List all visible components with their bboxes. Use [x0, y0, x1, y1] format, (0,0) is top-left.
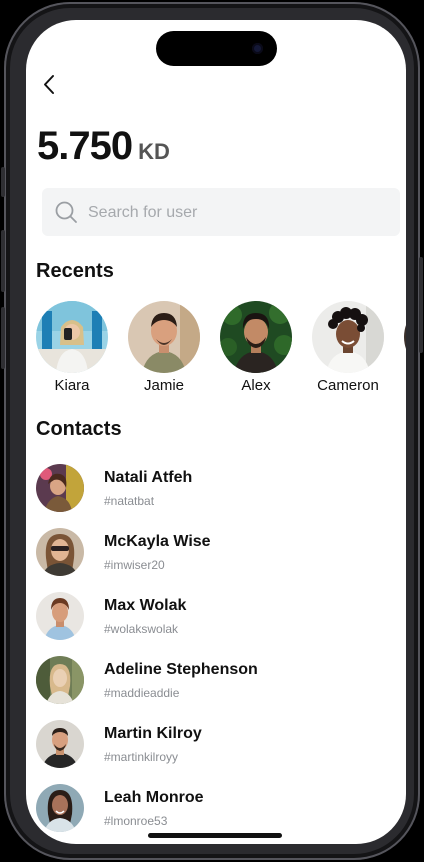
- recents-list: Kiara Jamie Alex Cameron: [36, 301, 406, 401]
- avatar: [312, 301, 384, 373]
- recent-contact-cameron[interactable]: Cameron: [312, 301, 384, 394]
- recent-contact-jamie[interactable]: Jamie: [128, 301, 200, 394]
- contact-name: Max Wolak: [104, 597, 187, 614]
- chevron-left-icon: [44, 75, 54, 94]
- avatar: [36, 720, 84, 768]
- avatar: [36, 301, 108, 373]
- contact-name: Natali Atfeh: [104, 469, 193, 486]
- avatar: [36, 464, 84, 512]
- front-camera: [252, 43, 263, 54]
- recent-name: Kiara: [54, 377, 90, 394]
- phone-frame: 5.750 KD Recents: [1, 2, 423, 860]
- balance-display: 5.750 KD: [37, 124, 170, 169]
- contact-handle: #lmonroe53: [104, 814, 168, 828]
- contact-name: Leah Monroe: [104, 789, 204, 806]
- recent-contact-kiara[interactable]: Kiara: [36, 301, 108, 394]
- recent-contact-alex[interactable]: Alex: [220, 301, 292, 394]
- action-button: [1, 167, 5, 197]
- contact-row-mckayla-wise[interactable]: McKayla Wise #imwiser20: [36, 528, 396, 578]
- avatar: [36, 656, 84, 704]
- recent-name: Jamie: [143, 377, 184, 394]
- recents-heading: Recents: [36, 260, 114, 282]
- balance-amount: 5.750: [37, 124, 133, 168]
- app-screen: 5.750 KD Recents: [26, 20, 406, 844]
- contact-handle: #imwiser20: [104, 558, 165, 572]
- search-input[interactable]: [86, 188, 390, 238]
- home-indicator[interactable]: [148, 833, 282, 838]
- search-bar[interactable]: [42, 188, 400, 238]
- recent-name: Alex: [241, 377, 271, 394]
- contact-handle: #wolakswolak: [104, 622, 179, 636]
- contact-row-natali-atfeh[interactable]: Natali Atfeh #natatbat: [36, 464, 396, 514]
- balance-currency: KD: [138, 139, 170, 164]
- contacts-heading: Contacts: [36, 418, 122, 440]
- contact-name: Martin Kilroy: [104, 725, 202, 742]
- recent-name: Cameron: [317, 377, 379, 394]
- avatar: [220, 301, 292, 373]
- volume-up-button: [1, 230, 5, 292]
- contact-row-adeline-stephenson[interactable]: Adeline Stephenson #maddieaddie: [36, 656, 396, 706]
- contact-name: Adeline Stephenson: [104, 661, 258, 678]
- back-button[interactable]: [38, 72, 62, 98]
- contact-row-max-wolak[interactable]: Max Wolak #wolakswolak: [36, 592, 396, 642]
- contact-handle: #maddieaddie: [104, 686, 180, 700]
- contact-row-martin-kilroy[interactable]: Martin Kilroy #martinkilroyy: [36, 720, 396, 770]
- avatar: [36, 528, 84, 576]
- power-button: [419, 257, 423, 353]
- avatar: [404, 301, 406, 373]
- contact-row-leah-monroe[interactable]: Leah Monroe #lmonroe53: [36, 784, 396, 834]
- dynamic-island: [156, 31, 277, 66]
- volume-down-button: [1, 307, 5, 369]
- search-icon: [54, 200, 78, 224]
- avatar: [36, 784, 84, 832]
- recent-contact-overflow[interactable]: [404, 301, 406, 373]
- avatar: [128, 301, 200, 373]
- contact-name: McKayla Wise: [104, 533, 211, 550]
- contact-handle: #martinkilroyy: [104, 750, 179, 764]
- avatar: [36, 592, 84, 640]
- contact-handle: #natatbat: [104, 494, 155, 508]
